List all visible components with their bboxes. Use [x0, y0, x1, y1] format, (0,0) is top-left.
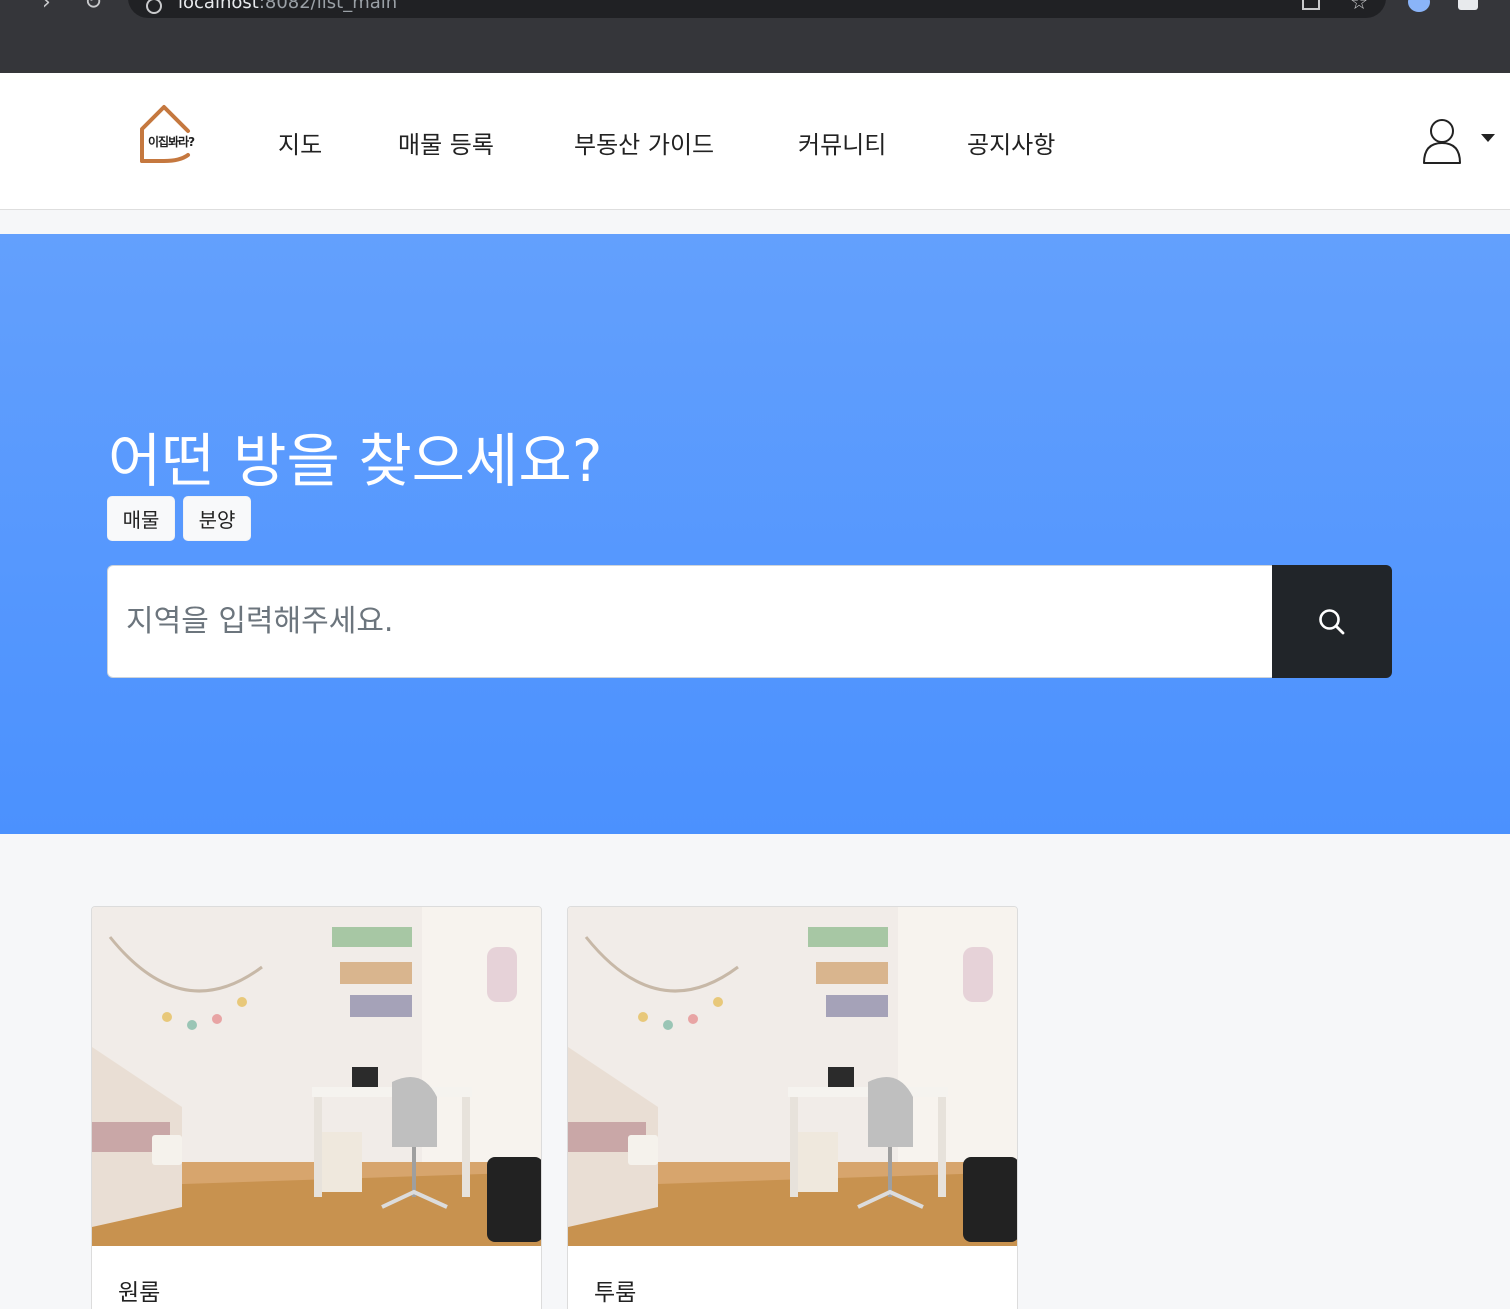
- forward-icon[interactable]: ›: [42, 0, 51, 15]
- user-menu-dropdown[interactable]: [1420, 117, 1500, 169]
- search-button[interactable]: [1272, 565, 1392, 678]
- url-path: :8082/list_main: [258, 0, 398, 13]
- nav-item-community[interactable]: 커뮤니티: [798, 125, 886, 160]
- listing-title: 투룸: [594, 1280, 637, 1306]
- extension-icon[interactable]: [1408, 0, 1430, 12]
- bookmark-star-icon[interactable]: ☆: [1350, 0, 1368, 14]
- address-bar[interactable]: localhost:8082/list_main ☆: [128, 0, 1386, 18]
- puzzle-extensions-icon[interactable]: [1458, 0, 1478, 10]
- nav-item-notices[interactable]: 공지사항: [967, 125, 1055, 160]
- hero-search-section: 어떤 방을 찾으세요? 매물 분양: [0, 234, 1510, 834]
- reload-icon[interactable]: ↻: [84, 0, 102, 15]
- browser-chrome: › ↻ localhost:8082/list_main ☆: [0, 0, 1510, 73]
- site-navbar: 이집봐라? 지도 매물 등록 부동산 가이드 커뮤니티 공지사항: [0, 73, 1510, 210]
- hero-title: 어떤 방을 찾으세요?: [108, 427, 603, 495]
- bedroom-photo: [92, 907, 541, 1246]
- bedroom-photo: [568, 907, 1017, 1246]
- caret-down-icon: [1481, 134, 1495, 142]
- share-icon[interactable]: [1302, 0, 1320, 10]
- listing-type-sale-button[interactable]: 매물: [107, 496, 175, 541]
- search-bar: [107, 565, 1392, 678]
- listing-type-presale-button[interactable]: 분양: [183, 496, 251, 541]
- site-info-icon[interactable]: [146, 0, 162, 14]
- listing-card-one-room[interactable]: 원룸: [91, 906, 542, 1309]
- listing-card-two-room[interactable]: 투룸: [567, 906, 1018, 1309]
- person-outline-icon: [1423, 119, 1461, 164]
- site-logo[interactable]: 이집봐라?: [134, 101, 214, 167]
- nav-item-map[interactable]: 지도: [278, 125, 322, 160]
- search-icon: [1319, 608, 1345, 634]
- nav-item-register-listing[interactable]: 매물 등록: [398, 125, 494, 160]
- logo-text: 이집봐라?: [148, 135, 195, 149]
- region-search-input[interactable]: [107, 565, 1273, 678]
- nav-item-realestate-guide[interactable]: 부동산 가이드: [574, 125, 714, 160]
- url-host: localhost: [178, 0, 259, 13]
- listing-title: 원룸: [118, 1280, 161, 1306]
- address-url: localhost:8082/list_main: [178, 0, 397, 13]
